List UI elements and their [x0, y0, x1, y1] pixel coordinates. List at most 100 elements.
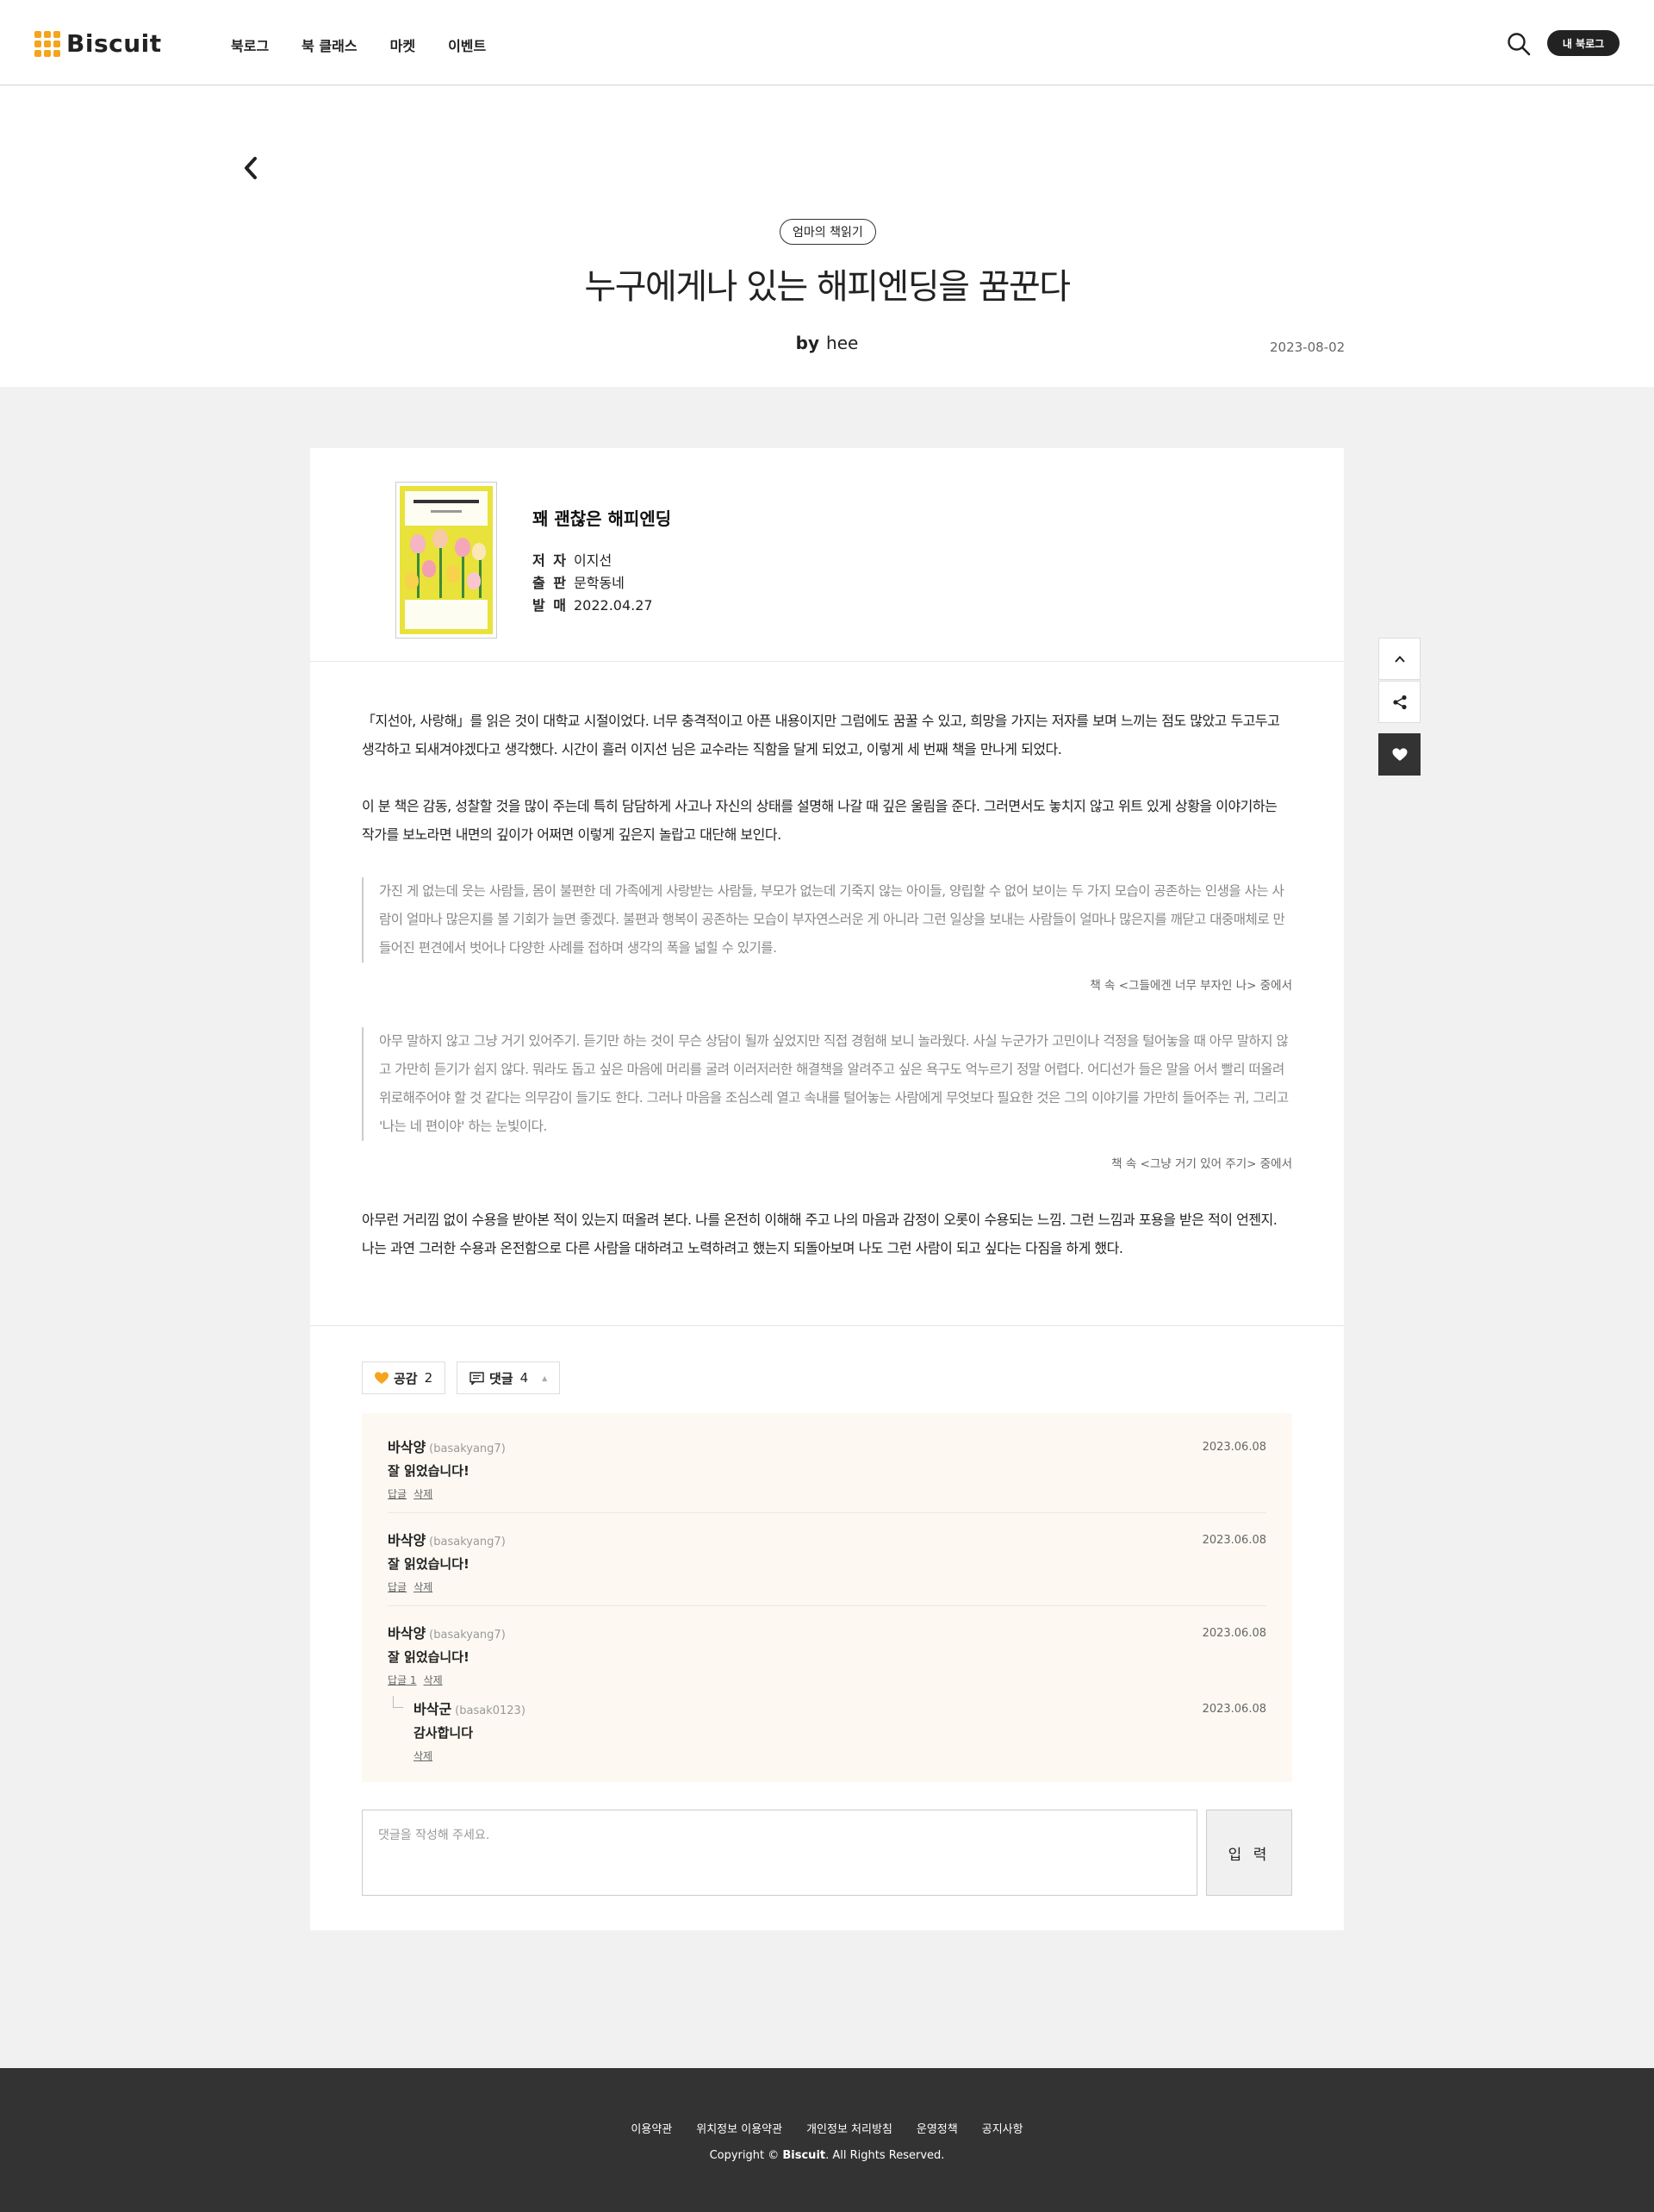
comment-divider	[388, 1512, 1266, 1513]
comment-author-id: (basak0123)	[455, 1704, 525, 1717]
comment-icon	[469, 1371, 484, 1385]
like-float-button[interactable]	[1378, 733, 1421, 776]
publisher-label: 출 판	[532, 575, 569, 591]
delete-link[interactable]: 삭제	[424, 1674, 443, 1686]
book-cover[interactable]	[395, 482, 497, 639]
comment-input[interactable]	[362, 1810, 1197, 1896]
book-publisher-row: 출 판 문학동네	[532, 571, 625, 592]
comment-author: 바삭군	[414, 1701, 452, 1717]
comment-date: 2023.06.08	[1202, 1627, 1266, 1640]
copyright-brand: Biscuit	[782, 2149, 826, 2162]
comment-item: 바삭양 (basakyang7) 잘 읽었습니다! 답글 1 삭제 2023.06.…	[388, 1622, 1266, 1687]
divider	[310, 1325, 1344, 1326]
back-button[interactable]	[239, 153, 262, 183]
author-name[interactable]: hee	[826, 333, 858, 353]
comment-submit-button[interactable]: 입 력	[1206, 1810, 1292, 1896]
nav-market[interactable]: 마켓	[390, 34, 415, 55]
reply-link[interactable]: 답글 1	[388, 1674, 417, 1686]
delete-link[interactable]: 삭제	[414, 1488, 432, 1500]
copyright-prefix: Copyright ©	[709, 2149, 780, 2162]
like-button[interactable]: 공감 2	[362, 1361, 446, 1394]
footer-link-policy[interactable]: 운영정책	[917, 2120, 958, 2136]
comment-author-id: (basakyang7)	[429, 1629, 506, 1642]
heart-icon	[375, 1371, 389, 1384]
nav-book-class[interactable]: 북 클래스	[302, 34, 357, 55]
release-label: 발 매	[532, 597, 569, 614]
book-author: 이지선	[574, 552, 612, 569]
comment-date: 2023.06.08	[1202, 1441, 1266, 1454]
post-author: by hee	[0, 333, 1654, 353]
caret-up-icon: ▲	[542, 1374, 548, 1382]
search-button[interactable]	[1506, 31, 1532, 57]
comment-text: 감사합니다	[414, 1725, 474, 1741]
copyright-suffix: . All Rights Reserved.	[825, 2149, 945, 2162]
author-label: 저 자	[532, 552, 569, 569]
book-info: 꽤 괜찮은 해피엔딩 저 자 이지선 출 판 문학동네 발 매 2022.04.27	[310, 448, 1344, 662]
post-card: 꽤 괜찮은 해피엔딩 저 자 이지선 출 판 문학동네 발 매 2022.04.27 …	[310, 448, 1344, 1930]
chevron-left-icon	[245, 157, 257, 179]
book-publisher: 문학동네	[574, 575, 625, 591]
by-label: by	[795, 333, 820, 353]
book-author-row: 저 자 이지선	[532, 549, 612, 570]
footer-link-location-terms[interactable]: 위치정보 이용약관	[696, 2120, 782, 2136]
book-title[interactable]: 꽤 괜찮은 해피엔딩	[532, 505, 671, 530]
share-icon	[1392, 695, 1407, 709]
book-release-row: 발 매 2022.04.27	[532, 594, 653, 614]
comment-count: 4	[519, 1370, 529, 1386]
search-icon	[1508, 33, 1531, 56]
comment-text: 잘 읽었습니다!	[388, 1649, 469, 1665]
site-footer: 이용약관 위치정보 이용약관 개인정보 처리방침 운영정책 공지사항 Copyr…	[0, 2068, 1654, 2212]
body-paragraph-3: 아무런 거리낌 없이 수용을 받아본 적이 있는지 떠올려 본다. 나를 온전히…	[362, 1212, 1278, 1256]
comment-text: 잘 읽었습니다!	[388, 1463, 469, 1479]
comment-author: 바삭양	[388, 1439, 426, 1455]
comment-toggle-button[interactable]: 댓글 4 ▲	[457, 1361, 561, 1394]
comment-author-id: (basakyang7)	[429, 1442, 506, 1455]
comment-date: 2023.06.08	[1202, 1534, 1266, 1547]
quote-source-2: 책 속 <그냥 거기 있어 주기> 중에서	[1111, 1157, 1292, 1171]
share-button[interactable]	[1378, 681, 1421, 723]
copyright: Copyright © Biscuit. All Rights Reserved…	[0, 2149, 1654, 2162]
footer-link-notice[interactable]: 공지사항	[982, 2120, 1023, 2136]
biscuit-logo-icon	[34, 30, 60, 57]
comment-divider	[388, 1605, 1266, 1606]
footer-links: 이용약관 위치정보 이용약관 개인정보 처리방침 운영정책 공지사항	[0, 2120, 1654, 2136]
delete-link[interactable]: 삭제	[414, 1750, 432, 1762]
nav-booklog[interactable]: 북로그	[231, 34, 269, 55]
post-title: 누구에게나 있는 해피엔딩을 꿈꾼다	[584, 267, 1071, 307]
chevron-up-icon	[1394, 655, 1405, 663]
comment-author: 바삭양	[388, 1625, 426, 1642]
main-nav: 북로그 북 클래스 마켓 이벤트	[231, 34, 519, 55]
quote-source-1: 책 속 <그들에겐 너무 부자인 나> 중에서	[1090, 979, 1292, 993]
delete-link[interactable]: 삭제	[414, 1581, 432, 1593]
logo[interactable]: Biscuit	[34, 29, 162, 58]
site-header: Biscuit 북로그 북 클래스 마켓 이벤트 내 북로그	[0, 0, 1654, 85]
comment-list: 바삭양 (basakyang7) 잘 읽었습니다! 답글 삭제 2023.06.08…	[362, 1413, 1292, 1782]
body-paragraph-2: 이 분 책은 감동, 성찰할 것을 많이 주는데 특히 담담하게 사고나 자신의…	[362, 798, 1278, 843]
footer-link-privacy[interactable]: 개인정보 처리방침	[806, 2120, 892, 2136]
heart-icon	[1391, 747, 1408, 761]
post-title-area: 엄마의 책읽기 누구에게나 있는 해피엔딩을 꿈꾼다 by hee 2023-08…	[0, 86, 1654, 387]
book-release-date: 2022.04.27	[574, 597, 653, 614]
comment-item: 바삭양 (basakyang7) 잘 읽었습니다! 답글 삭제 2023.06.08	[388, 1529, 1266, 1594]
book-cover-art	[400, 486, 493, 634]
nav-event[interactable]: 이벤트	[448, 34, 486, 55]
like-label: 공감	[394, 1370, 418, 1386]
logo-text: Biscuit	[66, 29, 162, 58]
book-quote-2: 아무 말하지 않고 그냥 거기 있어주기. 듣기만 하는 것이 무슨 상담이 될…	[362, 1027, 1292, 1141]
post-date: 2023-08-02	[1270, 340, 1346, 355]
comment-author-id: (basakyang7)	[429, 1536, 506, 1548]
comment-date: 2023.06.08	[1202, 1703, 1266, 1716]
comment-text: 잘 읽었습니다!	[388, 1556, 469, 1572]
comment-label: 댓글	[489, 1370, 513, 1386]
reply-link[interactable]: 답글	[388, 1581, 407, 1593]
scroll-top-button[interactable]	[1378, 638, 1421, 680]
comment-item: 바삭양 (basakyang7) 잘 읽었습니다! 답글 삭제 2023.06.08	[388, 1436, 1266, 1501]
reply-link[interactable]: 답글	[388, 1488, 407, 1500]
reply-indent-icon	[393, 1696, 403, 1708]
footer-link-terms[interactable]: 이용약관	[631, 2120, 672, 2136]
my-booklog-button[interactable]: 내 북로그	[1547, 30, 1620, 56]
reply-item: 바삭군 (basak0123) 감사합니다 삭제 2023.06.08	[393, 1696, 1266, 1763]
category-badge[interactable]: 엄마의 책읽기	[780, 219, 876, 245]
like-count: 2	[424, 1370, 433, 1386]
comment-author: 바삭양	[388, 1532, 426, 1548]
